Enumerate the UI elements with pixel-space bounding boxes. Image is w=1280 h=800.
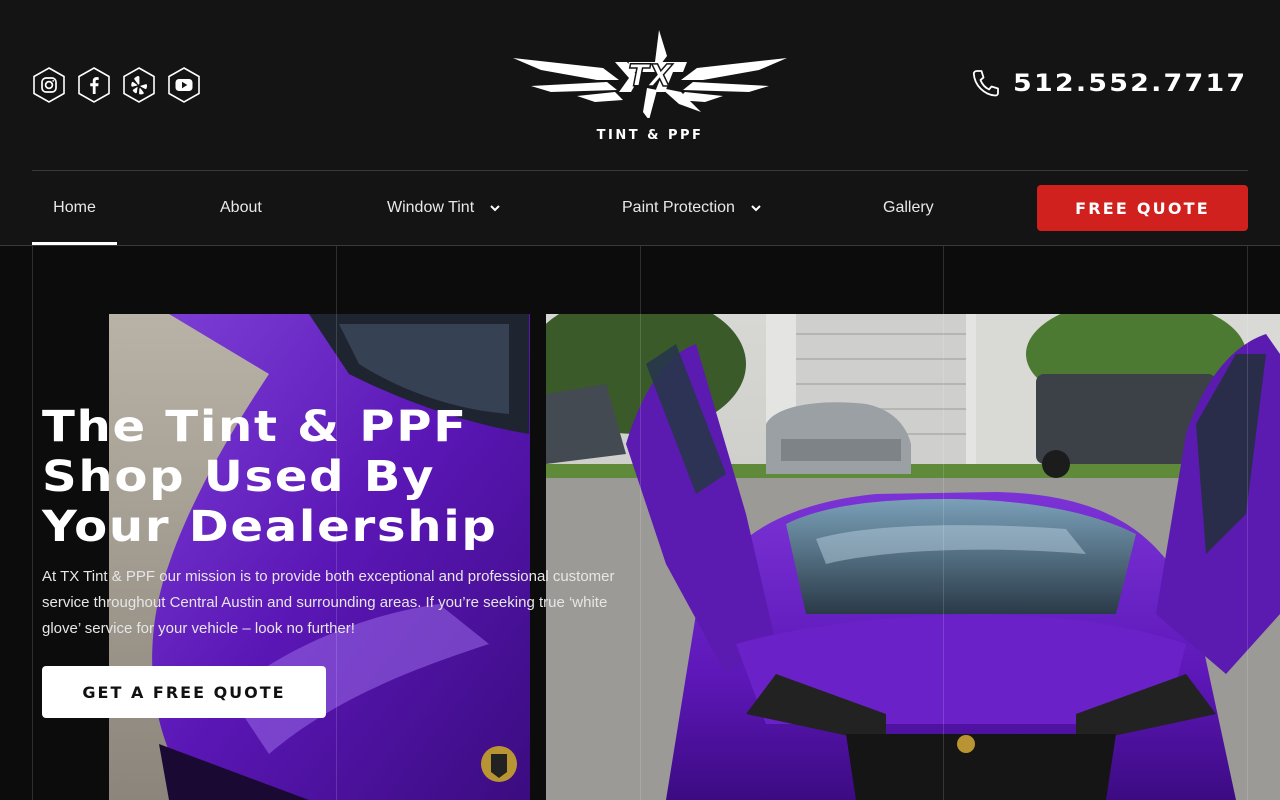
hero-title-line: The Tint & PPF <box>42 402 468 452</box>
nav-item-label: Paint Protection <box>622 199 735 216</box>
nav-item-paint-protection[interactable]: Paint Protection <box>622 171 763 245</box>
logo-star-emblem: TX <box>513 30 787 118</box>
social-links <box>32 67 201 103</box>
site-logo[interactable]: TX TINT & PPF <box>511 28 789 146</box>
youtube-icon[interactable] <box>167 67 201 103</box>
get-free-quote-label: GET A FREE QUOTE <box>82 682 286 702</box>
phone-number: 512.552.7717 <box>1012 69 1248 97</box>
logo-mark: TX <box>628 59 673 94</box>
nav-item-label: About <box>220 199 262 216</box>
hero-photo-right <box>546 314 1280 800</box>
grid-line <box>943 246 944 800</box>
hero-title-line: Your Dealership <box>42 502 498 552</box>
yelp-icon[interactable] <box>122 67 156 103</box>
nav-item-label: Window Tint <box>387 199 475 216</box>
free-quote-label: FREE QUOTE <box>1075 198 1210 218</box>
main-nav: Home About Window Tint Paint Protection … <box>32 171 1248 245</box>
nav-item-window-tint[interactable]: Window Tint <box>387 171 502 245</box>
logo-subtitle: TINT & PPF <box>596 128 704 143</box>
phone-link[interactable]: 512.552.7717 <box>971 68 1248 98</box>
nav-item-gallery[interactable]: Gallery <box>883 171 934 245</box>
nav-item-label: Gallery <box>883 199 934 216</box>
phone-icon <box>972 70 999 97</box>
nav-item-home[interactable]: Home <box>32 171 117 245</box>
grid-line <box>1247 246 1248 800</box>
facebook-icon[interactable] <box>77 67 111 103</box>
instagram-icon[interactable] <box>32 67 66 103</box>
grid-line <box>32 246 33 800</box>
hero-photo-left <box>109 314 530 800</box>
get-free-quote-button[interactable]: GET A FREE QUOTE <box>42 666 326 718</box>
nav-item-about[interactable]: About <box>220 171 262 245</box>
hero-title-line: Shop Used By <box>42 452 436 502</box>
chevron-down-icon <box>490 205 500 212</box>
hero-description: At TX Tint & PPF our mission is to provi… <box>42 568 615 637</box>
site-header: TX TINT & PPF 512.552.7717 Home About Wi… <box>0 0 1280 246</box>
nav-item-label: Home <box>53 199 96 216</box>
hero-title: The Tint & PPF Shop Used By Your Dealers… <box>42 402 714 552</box>
hero-section: The Tint & PPF Shop Used By Your Dealers… <box>0 246 1280 800</box>
chevron-down-icon <box>751 205 761 212</box>
free-quote-button[interactable]: FREE QUOTE <box>1037 185 1248 231</box>
